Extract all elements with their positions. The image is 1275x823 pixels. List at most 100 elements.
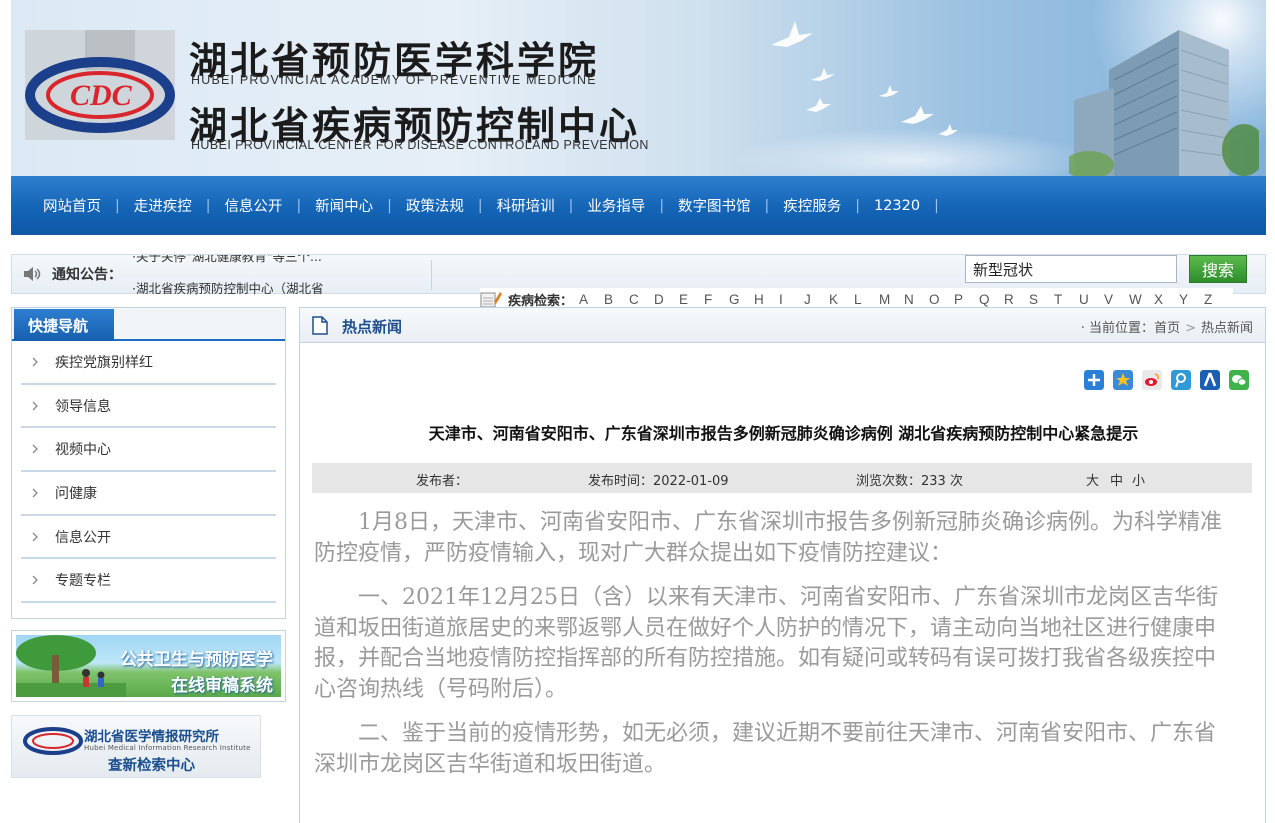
- quick-nav-item[interactable]: 视频中心: [21, 428, 276, 473]
- chevron-right-icon: [32, 357, 38, 367]
- svg-text:CDC: CDC: [70, 79, 133, 112]
- nav-item: 新闻中心 |: [301, 195, 392, 216]
- quick-nav-list: 疾控党旗别样红 领导信息视频中心问健康信息公开专题专栏: [12, 341, 285, 604]
- letter-index: ABCDEFGHIJKLMNOPQRSTUVWXYZ: [579, 292, 1229, 307]
- quick-nav-panel: 快捷导航 疾控党旗别样红 领导信息视频中心问健康信息公开专题专栏: [11, 307, 286, 619]
- letter-link[interactable]: V: [1104, 292, 1129, 307]
- nav-link[interactable]: 走进疾控: [120, 195, 206, 216]
- nav-link[interactable]: 业务指导: [573, 195, 659, 216]
- quick-nav-label: 专题专栏: [55, 573, 111, 590]
- article-title: 天津市、河南省安阳市、广东省深圳市报告多例新冠肺炎确诊病例 湖北省疾病预防控制中…: [428, 424, 1139, 443]
- view-count: 浏览次数：233 次: [856, 474, 963, 489]
- nav-link[interactable]: 12320: [860, 198, 934, 214]
- notebook-pencil-icon: [480, 292, 502, 308]
- letter-link[interactable]: Q: [979, 292, 1004, 307]
- letter-link[interactable]: B: [604, 292, 629, 307]
- article-paragraph: 二、鉴于当前的疫情形势，如无必须，建议近期不要前往天津市、河南省安阳市、广东省深…: [314, 721, 1217, 777]
- letter-link[interactable]: Y: [1179, 292, 1204, 307]
- nav-link[interactable]: 新闻中心: [301, 195, 387, 216]
- quick-nav-title: 快捷导航: [14, 309, 114, 341]
- nav-link[interactable]: 信息公开: [210, 195, 296, 216]
- font-size-medium[interactable]: 中: [1110, 470, 1123, 489]
- cdc-logo: CDC: [25, 30, 175, 140]
- wechat-icon[interactable]: [1229, 370, 1249, 390]
- nav-link[interactable]: 政策法规: [392, 195, 478, 216]
- nav-item: 科研培训 |: [483, 195, 574, 216]
- letter-link[interactable]: F: [704, 292, 729, 307]
- letter-link[interactable]: H: [754, 292, 779, 307]
- nav-list: 网站首页 | 走进疾控 | 信息公开 | 新闻中心 | 政策法规 | 科研培训 | 业务指导 | 数字图书馆…: [11, 176, 1266, 235]
- weibo-icon[interactable]: [1142, 370, 1162, 390]
- letter-link[interactable]: O: [929, 292, 954, 307]
- cdc-small-logo: [23, 727, 83, 755]
- nav-item: 疾控服务 |: [769, 195, 860, 216]
- letter-link[interactable]: L: [854, 292, 879, 307]
- nav-link[interactable]: 网站首页: [29, 195, 115, 216]
- quick-nav-item[interactable]: 领导信息: [21, 385, 276, 429]
- notice-label: 通知公告：: [52, 267, 122, 283]
- letter-link[interactable]: N: [904, 292, 929, 307]
- letter-link[interactable]: S: [1029, 292, 1054, 307]
- tencent-weibo-icon[interactable]: [1171, 370, 1191, 390]
- nav-item: 政策法规 |: [392, 195, 483, 216]
- letter-link[interactable]: J: [804, 292, 829, 307]
- letter-link[interactable]: A: [579, 292, 604, 307]
- quick-nav-label: 视频中心: [55, 442, 111, 459]
- doves-decoration: [771, 21, 958, 136]
- letter-link[interactable]: I: [779, 292, 804, 307]
- breadcrumb-current[interactable]: 热点新闻: [1201, 321, 1253, 336]
- notice-item[interactable]: ·湖北省疾病预防控制中心（湖北省: [132, 279, 323, 295]
- nav-item: 网站首页 |: [29, 195, 120, 216]
- letter-link[interactable]: R: [1004, 292, 1029, 307]
- article-paragraph: 一、2021年12月25日（含）以来有天津市、河南省安阳市、广东省深圳市龙岗区吉…: [314, 585, 1218, 702]
- novelty-search-banner[interactable]: 湖北省医学情报研究所 Hubei Medical Information Res…: [11, 715, 261, 778]
- review-system-line2: 在线审稿系统: [171, 676, 273, 696]
- letter-link[interactable]: X: [1154, 292, 1179, 307]
- add-share-icon[interactable]: [1084, 370, 1104, 390]
- letter-link[interactable]: M: [879, 292, 904, 307]
- publisher: 发布者：: [416, 474, 469, 489]
- quick-nav-label: 信息公开: [55, 529, 111, 546]
- letter-link[interactable]: K: [829, 292, 854, 307]
- breadcrumb-prefix: · 当前位置：: [1080, 321, 1155, 336]
- nav-item: 信息公开 |: [210, 195, 301, 216]
- nav-item: 数字图书馆 |: [664, 195, 769, 216]
- search-input[interactable]: [965, 255, 1177, 283]
- search-button[interactable]: 搜索: [1189, 255, 1247, 283]
- header-banner: CDC 湖北省预防医学科学院 HUBEI PROVINCIAL ACADEMY …: [11, 0, 1266, 176]
- notice-item[interactable]: ·关于关停"湖北健康教育"等三个...: [132, 255, 322, 267]
- notice-ticker: ·关于关停"湖北健康教育"等三个... ·湖北省疾病预防控制中心（湖北省: [132, 255, 432, 295]
- breadcrumb-home[interactable]: 首页: [1154, 321, 1180, 336]
- letter-link[interactable]: E: [679, 292, 704, 307]
- speaker-icon: [24, 267, 41, 281]
- quick-nav-item[interactable]: 疾控党旗别样红: [21, 341, 276, 385]
- letter-link[interactable]: P: [954, 292, 979, 307]
- quick-nav-item[interactable]: 专题专栏: [21, 559, 276, 604]
- nav-item: 走进疾控 |: [120, 195, 211, 216]
- nav-link[interactable]: 数字图书馆: [664, 195, 765, 216]
- institution-title-en: HUBEI PROVINCIAL ACADEMY OF PREVENTIVE M…: [191, 73, 597, 87]
- quick-nav-header: 快捷导航: [12, 308, 285, 341]
- renren-icon[interactable]: [1200, 370, 1220, 390]
- nav-link[interactable]: 疾控服务: [769, 195, 855, 216]
- qzone-icon[interactable]: [1113, 370, 1133, 390]
- section-title: 热点新闻: [342, 318, 403, 336]
- letter-link[interactable]: D: [654, 292, 679, 307]
- nav-link[interactable]: 科研培训: [483, 195, 569, 216]
- letter-link[interactable]: U: [1079, 292, 1104, 307]
- letter-link[interactable]: C: [629, 292, 654, 307]
- article-meta: 发布者： 发布时间：2022-01-09 浏览次数：233 次 大 中 小: [312, 463, 1252, 493]
- quick-nav-item[interactable]: 问健康: [21, 472, 276, 516]
- main-nav: 网站首页 | 走进疾控 | 信息公开 | 新闻中心 | 政策法规 | 科研培训 | 业务指导 | 数字图书馆…: [11, 176, 1266, 235]
- font-size-large[interactable]: 大: [1086, 470, 1099, 489]
- institute-title: 湖北省医学情报研究所: [84, 729, 219, 745]
- letter-link[interactable]: G: [729, 292, 754, 307]
- review-system-banner[interactable]: 公共卫生与预防医学 在线审稿系统: [11, 630, 286, 702]
- quick-nav-item[interactable]: 信息公开: [21, 516, 276, 560]
- letter-link[interactable]: W: [1129, 292, 1154, 307]
- font-size-small[interactable]: 小: [1132, 470, 1145, 489]
- letter-link[interactable]: T: [1054, 292, 1079, 307]
- cdc-title-en: HUBEI PROVINCIAL CENTER FOR DISEASE CONT…: [191, 138, 649, 152]
- chevron-right-icon: [32, 575, 38, 585]
- letter-link[interactable]: Z: [1204, 292, 1229, 307]
